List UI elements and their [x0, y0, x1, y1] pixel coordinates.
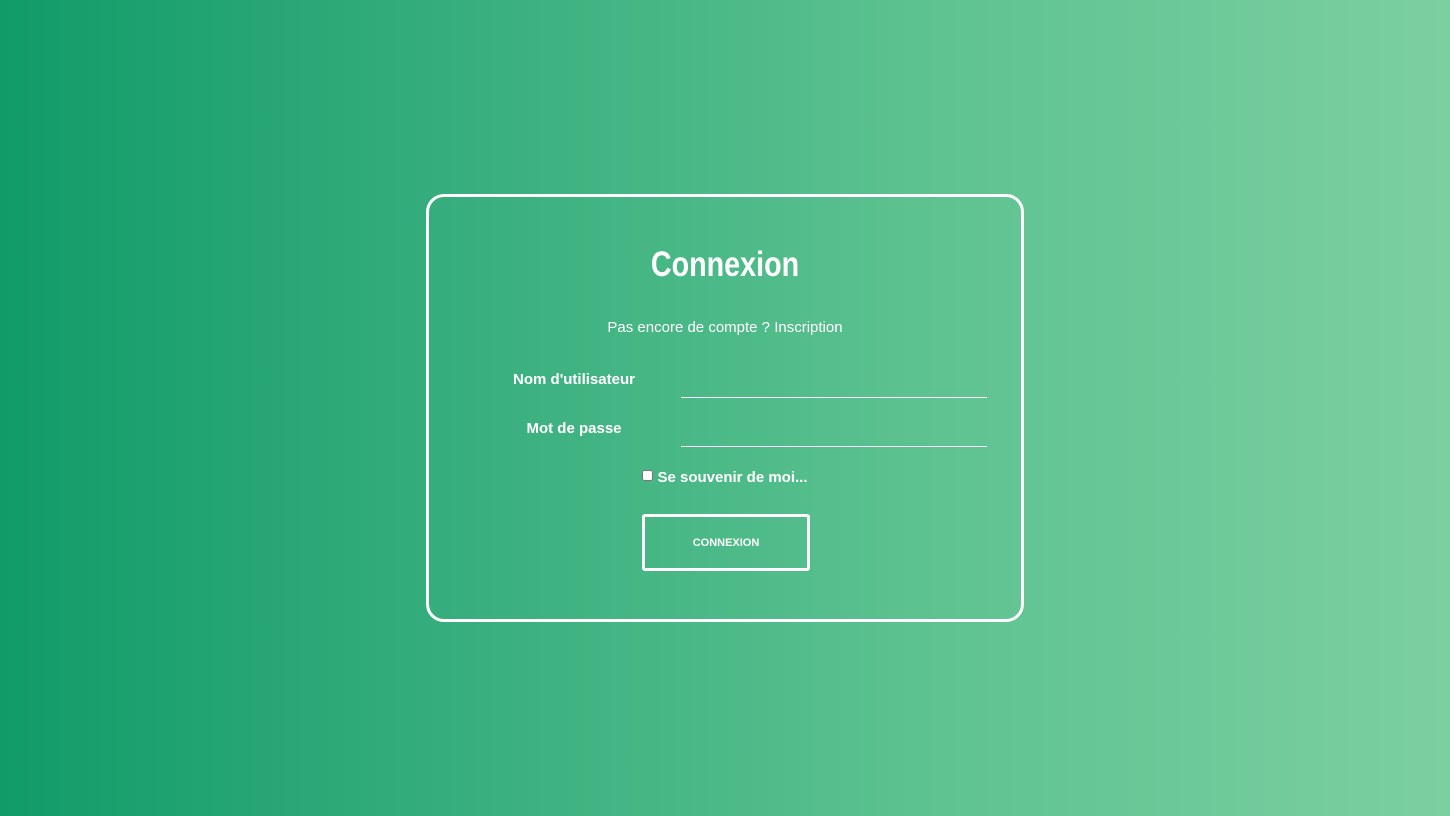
signup-link[interactable]: Inscription [774, 319, 842, 336]
signup-prompt: Pas encore de compte ? Inscription [429, 319, 1021, 336]
no-account-text: Pas encore de compte ? [607, 319, 771, 336]
login-button[interactable]: CONNEXION [642, 514, 810, 571]
remember-me-label[interactable]: Se souvenir de moi... [657, 469, 807, 486]
password-label: Mot de passe [526, 420, 622, 437]
remember-me: Se souvenir de moi... [429, 469, 1021, 486]
username-input[interactable] [681, 369, 987, 398]
username-label: Nom d'utilisateur [513, 371, 635, 388]
password-input[interactable] [681, 418, 987, 447]
remember-me-checkbox[interactable] [642, 470, 654, 481]
page-title: Connexion [650, 245, 800, 284]
login-card: Connexion Pas encore de compte ? Inscrip… [426, 194, 1024, 622]
